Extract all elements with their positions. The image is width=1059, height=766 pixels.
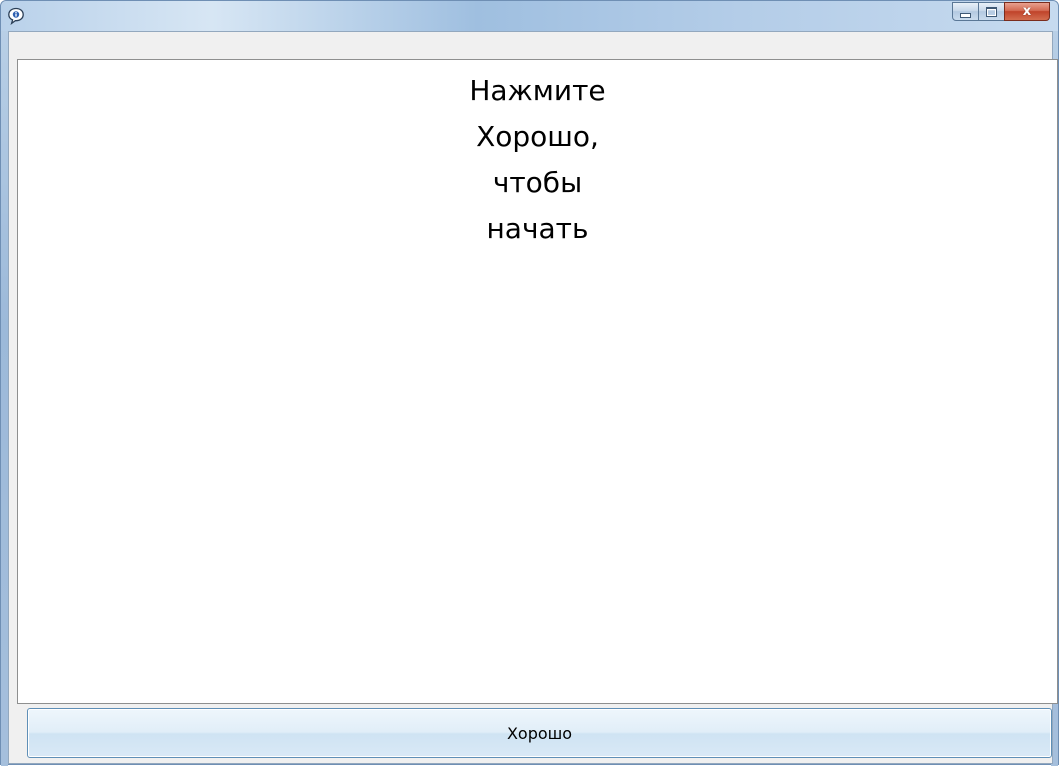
minimize-icon — [960, 12, 971, 18]
window-left-border — [1, 31, 8, 766]
app-window: x Нажмите Хорошо, чтобы начать Хорошо — [0, 0, 1059, 766]
prompt-line: Нажмите — [469, 74, 606, 107]
prompt-line: чтобы — [492, 166, 583, 199]
message-panel: Нажмите Хорошо, чтобы начать — [17, 59, 1058, 704]
prompt-line: начать — [486, 212, 589, 245]
title-bar[interactable]: x — [1, 1, 1058, 31]
info-balloon-icon[interactable] — [7, 7, 25, 26]
maximize-icon — [986, 6, 997, 17]
close-button[interactable]: x — [1004, 2, 1050, 21]
caption-buttons: x — [952, 2, 1050, 21]
ok-button[interactable]: Хорошо — [27, 708, 1052, 758]
close-icon: x — [1022, 4, 1032, 19]
prompt-line: Хорошо, — [476, 120, 599, 153]
ok-button-label: Хорошо — [506, 723, 573, 743]
maximize-button[interactable] — [978, 2, 1005, 21]
minimize-button[interactable] — [952, 2, 979, 21]
start-prompt: Нажмите Хорошо, чтобы начать — [18, 68, 1057, 252]
